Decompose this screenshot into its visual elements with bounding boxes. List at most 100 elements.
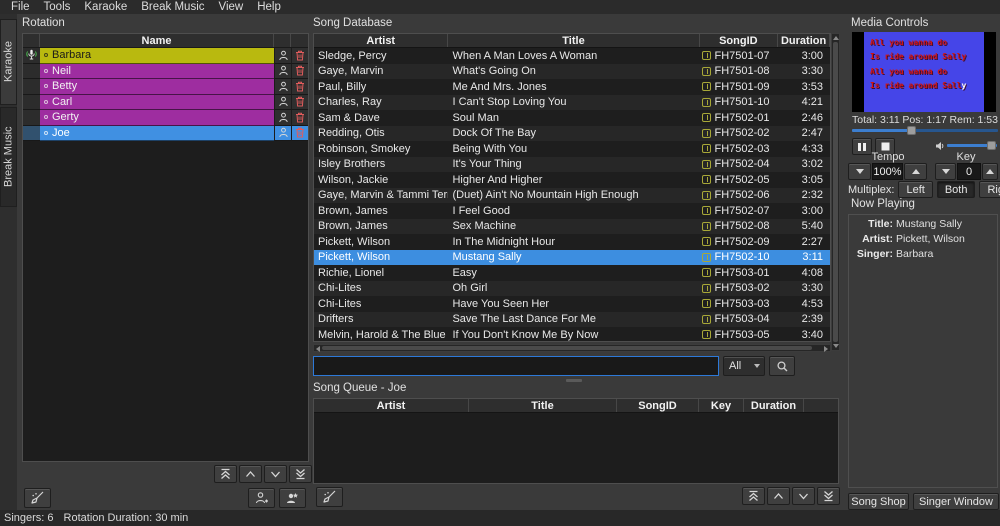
db-row[interactable]: Chi-LitesOh GirlFH7503-023:30	[314, 281, 830, 297]
singer-window-button[interactable]: Singer Window	[913, 493, 999, 510]
rotation-header-mic-col[interactable]	[23, 34, 40, 47]
db-cell-title: I Feel Good	[448, 203, 699, 219]
rotation-singer-name[interactable]: Betty	[40, 79, 274, 95]
rotation-singer-name[interactable]: Carl	[40, 95, 274, 111]
db-row[interactable]: Chi-LitesHave You Seen HerFH7503-034:53	[314, 296, 830, 312]
queue-column-header-duration[interactable]: Duration	[744, 399, 804, 412]
tab-karaoke[interactable]: Karaoke	[0, 19, 17, 105]
search-filter-combo[interactable]: All	[723, 356, 765, 376]
queue-column-header-songid[interactable]: SongID	[617, 399, 699, 412]
singer-info-button[interactable]	[274, 48, 291, 64]
volume-slider[interactable]	[947, 144, 997, 147]
scroll-left-arrow[interactable]	[316, 346, 320, 352]
rotation-singer-name[interactable]: Neil	[40, 64, 274, 80]
trash-icon	[295, 96, 305, 107]
db-row[interactable]: Gaye, Marvin & Tammi Terrell(Duet) Ain't…	[314, 188, 830, 204]
singer-delete-button[interactable]	[291, 126, 308, 142]
db-row[interactable]: Melvin, Harold & The Blue ...If You Don'…	[314, 327, 830, 342]
queue-move-down-button[interactable]	[792, 487, 815, 505]
rotation-row[interactable]: Neil	[23, 64, 308, 80]
db-column-header-title[interactable]: Title	[448, 34, 699, 47]
db-row[interactable]: Charles, RayI Can't Stop Loving YouFH750…	[314, 95, 830, 111]
singer-info-button[interactable]	[274, 79, 291, 95]
key-down-button[interactable]	[935, 163, 956, 180]
scroll-up-arrow[interactable]	[833, 36, 839, 40]
db-row[interactable]: Wilson, JackieHigher And HigherFH7502-05…	[314, 172, 830, 188]
queue-move-top-button[interactable]	[742, 487, 765, 505]
db-row[interactable]: Brown, JamesSex MachineFH7502-085:40	[314, 219, 830, 235]
multiplex-right-button[interactable]: Right	[979, 181, 1000, 198]
db-row[interactable]: Brown, JamesI Feel GoodFH7502-073:00	[314, 203, 830, 219]
position-slider[interactable]	[852, 129, 998, 132]
db-row[interactable]: Richie, LionelEasyFH7503-014:08	[314, 265, 830, 281]
tab-break-music[interactable]: Break Music	[0, 107, 17, 207]
singer-delete-button[interactable]	[291, 64, 308, 80]
rotation-row[interactable]: Carl	[23, 95, 308, 111]
singer-info-button[interactable]	[274, 110, 291, 126]
rotation-row[interactable]: Joe	[23, 126, 308, 142]
position-slider-handle[interactable]	[907, 126, 916, 135]
rotation-row[interactable]: Betty	[23, 79, 308, 95]
queue-move-up-button[interactable]	[767, 487, 790, 505]
db-row[interactable]: Pickett, WilsonMustang SallyFH7502-103:1…	[314, 250, 830, 266]
rotation-header-name[interactable]: Name	[40, 34, 274, 47]
db-column-header-duration[interactable]: Duration	[778, 34, 830, 47]
db-row[interactable]: Sledge, PercyWhen A Man Loves A WomanFH7…	[314, 48, 830, 64]
scroll-down-arrow[interactable]	[833, 344, 839, 348]
tempo-down-button[interactable]	[848, 163, 871, 180]
scroll-right-arrow[interactable]	[824, 346, 828, 352]
tempo-up-button[interactable]	[904, 163, 927, 180]
db-row[interactable]: Isley BrothersIt's Your ThingFH7502-043:…	[314, 157, 830, 173]
queue-clear-button[interactable]	[316, 487, 343, 507]
search-input[interactable]	[313, 356, 719, 376]
menu-item-view[interactable]: View	[212, 0, 251, 14]
db-row[interactable]: DriftersSave The Last Dance For MeFH7503…	[314, 312, 830, 328]
db-row[interactable]: Pickett, WilsonIn The Midnight HourFH750…	[314, 234, 830, 250]
queue-column-header-artist[interactable]: Artist	[314, 399, 469, 412]
volume-slider-handle[interactable]	[987, 141, 996, 150]
db-row[interactable]: Robinson, SmokeyBeing With YouFH7502-034…	[314, 141, 830, 157]
rotation-singer-name[interactable]: Barbara	[40, 48, 274, 64]
song-shop-button[interactable]: Song Shop	[848, 493, 909, 510]
queue-column-header-title[interactable]: Title	[469, 399, 617, 412]
multiplex-left-button[interactable]: Left	[898, 181, 932, 198]
singer-info-button[interactable]	[274, 64, 291, 80]
db-horizontal-scrollbar[interactable]	[313, 344, 831, 352]
singer-delete-button[interactable]	[291, 95, 308, 111]
db-row[interactable]: Paul, BillyMe And Mrs. JonesFH7501-093:5…	[314, 79, 830, 95]
rotation-header-delete-col[interactable]	[291, 34, 308, 47]
rotation-clear-button[interactable]	[24, 488, 51, 508]
regular-singers-button[interactable]	[279, 488, 306, 508]
rotation-move-top-button[interactable]	[214, 465, 237, 483]
rotation-move-bottom-button[interactable]	[289, 465, 312, 483]
rotation-header-info-col[interactable]	[274, 34, 291, 47]
singer-info-button[interactable]	[274, 95, 291, 111]
db-row[interactable]: Redding, OtisDock Of The BayFH7502-022:4…	[314, 126, 830, 142]
menu-item-tools[interactable]: Tools	[37, 0, 78, 14]
multiplex-both-button[interactable]: Both	[937, 181, 976, 198]
db-vertical-scrollbar[interactable]	[831, 33, 840, 351]
db-column-header-songid[interactable]: SongID	[700, 34, 779, 47]
rotation-move-down-button[interactable]	[264, 465, 287, 483]
singer-info-button[interactable]	[274, 126, 291, 142]
db-row[interactable]: Gaye, MarvinWhat's Going OnFH7501-083:30	[314, 64, 830, 80]
db-row[interactable]: Sam & DaveSoul ManFH7502-012:46	[314, 110, 830, 126]
menu-item-help[interactable]: Help	[250, 0, 288, 14]
queue-column-header-key[interactable]: Key	[699, 399, 744, 412]
queue-move-bottom-button[interactable]	[817, 487, 840, 505]
search-button[interactable]	[769, 356, 795, 376]
db-column-header-artist[interactable]: Artist	[314, 34, 448, 47]
rotation-move-up-button[interactable]	[239, 465, 262, 483]
rotation-row[interactable]: Barbara	[23, 48, 308, 64]
singer-delete-button[interactable]	[291, 110, 308, 126]
menu-item-karaoke[interactable]: Karaoke	[77, 0, 134, 14]
rotation-row[interactable]: Gerty	[23, 110, 308, 126]
key-up-button[interactable]	[982, 163, 998, 180]
singer-delete-button[interactable]	[291, 79, 308, 95]
rotation-singer-name[interactable]: Joe	[40, 126, 274, 142]
add-singer-button[interactable]	[248, 488, 275, 508]
rotation-singer-name[interactable]: Gerty	[40, 110, 274, 126]
singer-delete-button[interactable]	[291, 48, 308, 64]
menu-item-break-music[interactable]: Break Music	[134, 0, 211, 14]
menu-item-file[interactable]: File	[4, 0, 37, 14]
